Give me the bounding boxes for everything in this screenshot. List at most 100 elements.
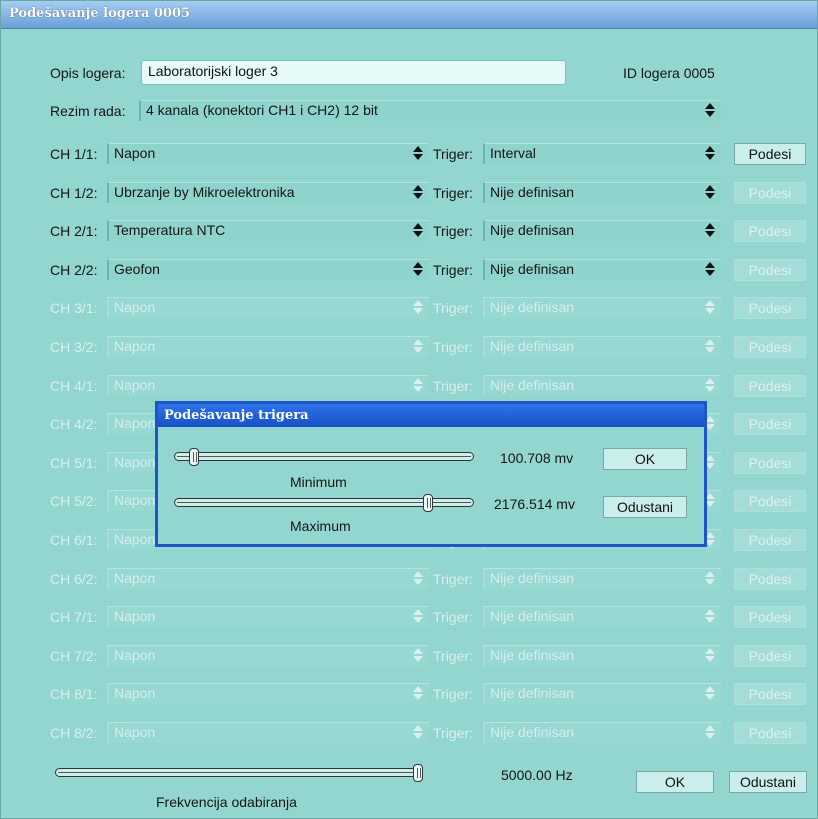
podesi-button[interactable]: Podesi: [734, 297, 806, 319]
channel-sensor-select[interactable]: Ubrzanje by Mikroelektronika: [107, 182, 429, 203]
channel-sensor-select[interactable]: Napon: [107, 297, 429, 318]
maximum-label: Maximum: [290, 518, 351, 534]
channel-sensor-value: Napon: [114, 377, 156, 393]
channel-label: CH 7/2:: [50, 648, 98, 664]
podesi-button[interactable]: Podesi: [734, 568, 806, 590]
channel-label: CH 3/2:: [50, 339, 98, 355]
channel-sensor-select[interactable]: Geofon: [107, 259, 429, 280]
channel-trigger-value: Nije definisan: [490, 724, 575, 740]
channel-trigger-value: Nije definisan: [490, 377, 575, 393]
channel-trigger-value: Nije definisan: [490, 222, 575, 238]
podesi-button[interactable]: Podesi: [734, 143, 806, 165]
channel-sensor-select[interactable]: Napon: [107, 568, 429, 589]
channel-trigger-select[interactable]: Nije definisan: [483, 606, 721, 627]
channel-trigger-select[interactable]: Nije definisan: [483, 259, 721, 280]
maximum-slider-thumb[interactable]: [423, 494, 433, 512]
channel-sensor-select[interactable]: Napon: [107, 645, 429, 666]
channel-label: CH 7/1:: [50, 609, 98, 625]
podesi-button[interactable]: Podesi: [734, 336, 806, 358]
channel-label: CH 6/1:: [50, 532, 98, 548]
select-arrows-icon: [413, 686, 423, 701]
channel-trigger-select[interactable]: Nije definisan: [483, 220, 721, 241]
channel-sensor-value: Temperatura NTC: [114, 222, 226, 238]
select-arrows-icon: [413, 648, 423, 663]
podesi-button[interactable]: Podesi: [734, 375, 806, 397]
podesi-button[interactable]: Podesi: [734, 452, 806, 474]
podesi-button[interactable]: Podesi: [734, 490, 806, 512]
channel-trigger-select[interactable]: Nije definisan: [483, 182, 721, 203]
channel-label: CH 1/1:: [50, 146, 98, 162]
frequency-slider-thumb[interactable]: [413, 764, 423, 782]
channel-trigger-value: Nije definisan: [490, 647, 575, 663]
window-titlebar[interactable]: Podešavanje logera 0005: [1, 1, 817, 29]
minimum-slider-track[interactable]: [174, 452, 474, 461]
select-arrows-icon: [413, 146, 423, 161]
select-arrows-icon: [413, 378, 423, 393]
select-arrows-icon: [413, 339, 423, 354]
rezim-select[interactable]: 4 kanala (konektori CH1 i CH2) 12 bit: [139, 100, 721, 121]
channel-sensor-value: Napon: [114, 608, 156, 624]
channel-label: CH 8/1:: [50, 686, 98, 702]
channel-sensor-value: Napon: [114, 724, 156, 740]
channel-trigger-select[interactable]: Nije definisan: [483, 297, 721, 318]
channel-trigger-select[interactable]: Nije definisan: [483, 336, 721, 357]
select-arrows-icon: [705, 571, 715, 586]
select-arrows-icon: [705, 185, 715, 200]
channel-sensor-value: Napon: [114, 299, 156, 315]
trigger-label: Triger:: [433, 262, 473, 278]
channel-sensor-value: Napon: [114, 145, 156, 161]
channel-sensor-value: Ubrzanje by Mikroelektronika: [114, 184, 295, 200]
channel-sensor-value: Geofon: [114, 261, 160, 277]
channel-sensor-value: Napon: [114, 570, 156, 586]
select-arrows-icon: [705, 378, 715, 393]
ok-button[interactable]: OK: [636, 771, 714, 793]
trigger-dialog-titlebar[interactable]: Podešavanje trigera: [158, 404, 704, 427]
channel-trigger-value: Nije definisan: [490, 261, 575, 277]
trigger-ok-button[interactable]: OK: [603, 448, 687, 470]
podesi-button[interactable]: Podesi: [734, 645, 806, 667]
channel-sensor-select[interactable]: Napon: [107, 336, 429, 357]
frequency-label: Frekvencija odabiranja: [156, 794, 297, 810]
channel-trigger-select[interactable]: Nije definisan: [483, 645, 721, 666]
channel-sensor-select[interactable]: Temperatura NTC: [107, 220, 429, 241]
trigger-label: Triger:: [433, 571, 473, 587]
trigger-label: Triger:: [433, 686, 473, 702]
cancel-button[interactable]: Odustani: [729, 771, 807, 793]
podesi-button[interactable]: Podesi: [734, 606, 806, 628]
channel-label: CH 6/2:: [50, 571, 98, 587]
select-arrows-icon: [705, 103, 715, 118]
channel-trigger-select[interactable]: Nije definisan: [483, 683, 721, 704]
channel-trigger-select[interactable]: Nije definisan: [483, 722, 721, 743]
trigger-label: Triger:: [433, 185, 473, 201]
trigger-label: Triger:: [433, 223, 473, 239]
channel-sensor-select[interactable]: Napon: [107, 606, 429, 627]
opis-input[interactable]: Laboratorijski loger 3: [141, 60, 566, 85]
channel-trigger-select[interactable]: Nije definisan: [483, 568, 721, 589]
select-arrows-icon: [705, 300, 715, 315]
frequency-slider-track[interactable]: [55, 768, 423, 777]
podesi-button[interactable]: Podesi: [734, 529, 806, 551]
channel-label: CH 2/2:: [50, 262, 98, 278]
trigger-label: Triger:: [433, 725, 473, 741]
podesi-button[interactable]: Podesi: [734, 182, 806, 204]
trigger-dialog-title: Podešavanje trigera: [164, 408, 309, 423]
channel-trigger-value: Nije definisan: [490, 299, 575, 315]
channel-sensor-select[interactable]: Napon: [107, 722, 429, 743]
window-title: Podešavanje logera 0005: [9, 6, 191, 21]
select-arrows-icon: [705, 725, 715, 740]
podesi-button[interactable]: Podesi: [734, 722, 806, 744]
podesi-button[interactable]: Podesi: [734, 220, 806, 242]
select-arrows-icon: [705, 339, 715, 354]
trigger-cancel-button[interactable]: Odustani: [603, 496, 687, 518]
channel-trigger-select[interactable]: Nije definisan: [483, 375, 721, 396]
channel-sensor-select[interactable]: Napon: [107, 683, 429, 704]
select-arrows-icon: [413, 185, 423, 200]
channel-sensor-select[interactable]: Napon: [107, 143, 429, 164]
podesi-button[interactable]: Podesi: [734, 413, 806, 435]
podesi-button[interactable]: Podesi: [734, 259, 806, 281]
podesi-button[interactable]: Podesi: [734, 683, 806, 705]
minimum-value: 100.708 mv: [500, 450, 574, 466]
channel-sensor-select[interactable]: Napon: [107, 375, 429, 396]
minimum-slider-thumb[interactable]: [189, 448, 199, 466]
channel-trigger-select[interactable]: Interval: [483, 143, 721, 164]
